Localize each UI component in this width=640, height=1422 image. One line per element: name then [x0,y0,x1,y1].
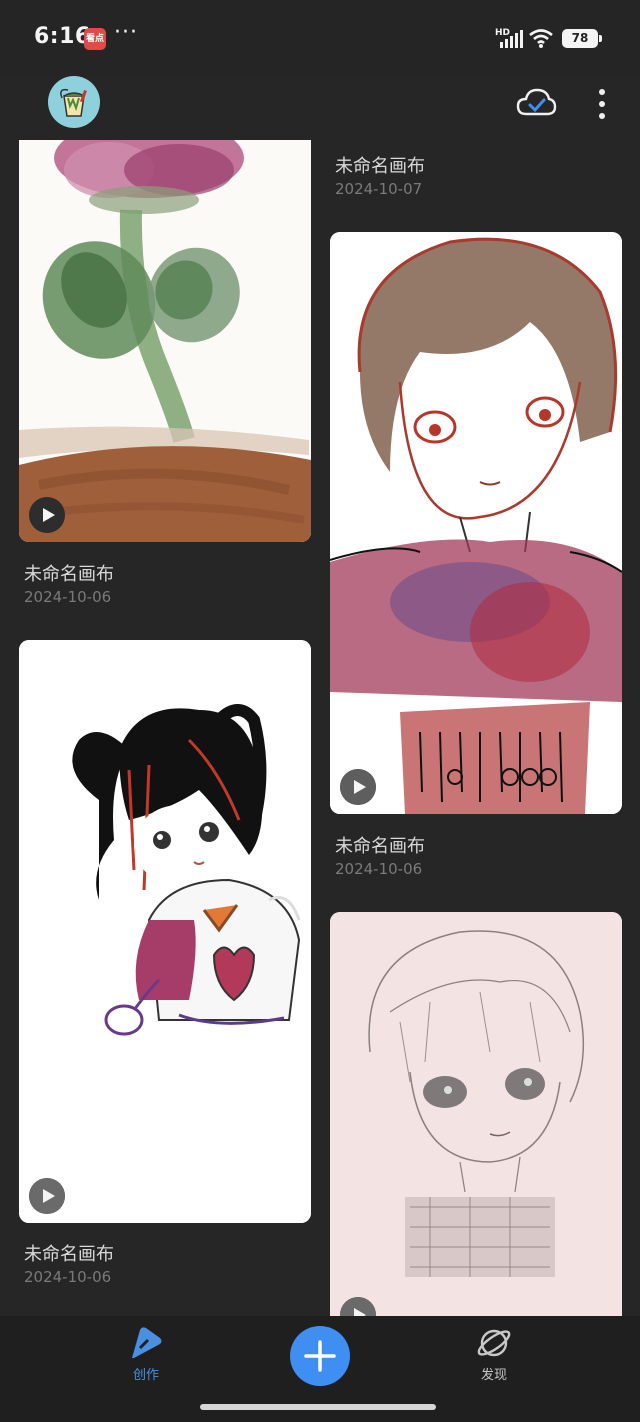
cloud-sync-check-icon[interactable] [515,86,557,120]
nav-create[interactable]: 创作 [120,1326,172,1383]
play-button[interactable] [29,497,65,533]
wifi-icon [529,29,553,48]
artwork-name: 未命名画布 [24,564,114,585]
play-button[interactable] [340,769,376,805]
artwork-name: 未命名画布 [335,156,425,177]
artwork-thumbnail[interactable] [19,640,311,1223]
play-button[interactable] [340,1297,376,1316]
artwork-date: 2024-10-07 [335,180,423,198]
app-notification-icon: 看点 [84,28,106,50]
add-canvas-button[interactable] [290,1326,350,1386]
plus-icon [304,1340,336,1372]
girl-drawing [19,640,311,1223]
artwork-date: 2024-10-06 [24,588,112,606]
play-icon [340,769,376,805]
boy-drawing [330,232,622,814]
planet-icon [477,1329,511,1357]
nav-discover-label: 发现 [480,1368,507,1383]
status-time: 6:16 [34,24,91,49]
battery-icon: 78 [562,29,598,48]
artwork-card[interactable]: 未命名画布 2024-10-06 [19,640,311,1290]
flower-drawing [19,140,311,542]
avatar[interactable] [48,76,100,128]
battery-tip [599,35,602,42]
artwork-thumbnail[interactable] [19,140,311,542]
paint-bucket-icon [60,88,87,117]
artwork-date: 2024-10-06 [24,1268,112,1286]
play-button[interactable] [29,1178,65,1214]
artwork-card[interactable]: 未命名画布 2024-10-06 [19,140,311,610]
status-bar: 6:16 看点 ··· HD 78 [0,0,640,76]
more-notifications-icon: ··· [114,20,138,45]
nav-create-label: 创作 [132,1368,159,1383]
more-vertical-icon[interactable] [596,88,608,120]
artwork-grid[interactable]: 未命名画布 2024-10-07 未命名画布 2024-10-06 未命名画布 … [0,140,640,1316]
artwork-name: 未命名画布 [24,1244,114,1265]
nav-discover[interactable]: 发现 [468,1326,520,1383]
artwork-date: 2024-10-06 [335,860,423,878]
artwork-card[interactable] [330,912,622,1316]
play-icon [29,1178,65,1214]
artwork-thumbnail[interactable] [330,232,622,814]
sketch-drawing [330,912,622,1316]
play-icon [29,497,65,533]
home-indicator[interactable] [200,1404,436,1410]
play-icon [340,1297,376,1316]
create-pen-icon [132,1327,162,1358]
artwork-name: 未命名画布 [335,836,425,857]
artwork-card[interactable]: 未命名画布 2024-10-07 [330,140,622,210]
signal-icon [500,30,523,48]
artwork-card[interactable]: 未命名画布 2024-10-06 [330,232,622,884]
artwork-thumbnail[interactable] [330,912,622,1316]
